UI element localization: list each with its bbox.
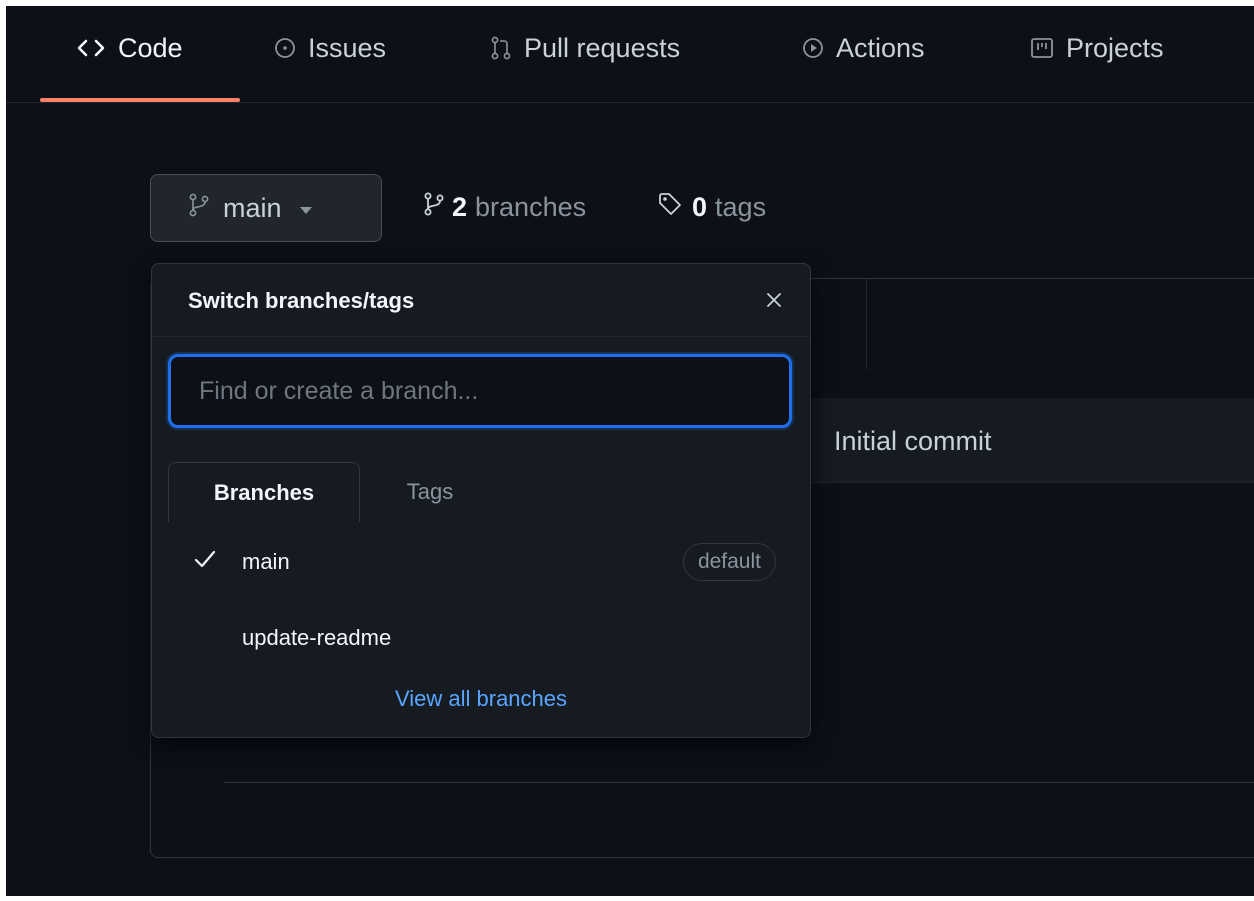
- branches-count: 2: [452, 192, 468, 222]
- issue-opened-icon: [274, 37, 296, 59]
- readme-divider: [224, 782, 1254, 783]
- tags-count: 0: [692, 192, 708, 222]
- branch-filter-input[interactable]: [168, 354, 792, 428]
- git-pull-request-icon: [490, 36, 512, 60]
- branches-count-link[interactable]: 2 branches: [424, 192, 586, 223]
- git-branch-icon: [424, 192, 444, 223]
- latest-commit-message[interactable]: Initial commit: [834, 426, 992, 457]
- dropdown-header: Switch branches/tags: [152, 264, 810, 337]
- branches-label: branches: [475, 192, 587, 222]
- tab-actions[interactable]: Actions: [802, 28, 925, 68]
- tag-icon: [658, 192, 684, 223]
- tags-label: tags: [715, 192, 767, 222]
- caret-down-icon: [299, 206, 312, 214]
- selected-tab-indicator: [40, 98, 240, 102]
- tab-tags[interactable]: Tags: [362, 462, 498, 522]
- tab-projects-label: Projects: [1066, 32, 1164, 63]
- branch-tag-tabs: Branches Tags: [168, 462, 792, 522]
- branch-name: main: [242, 549, 290, 574]
- branch-item-main[interactable]: main default: [152, 530, 810, 594]
- tab-projects[interactable]: Projects: [1030, 28, 1164, 68]
- tags-count-link[interactable]: 0 tags: [658, 192, 766, 223]
- play-icon: [802, 37, 824, 59]
- branch-name: update-readme: [242, 625, 392, 650]
- table-icon: [1030, 37, 1054, 59]
- tab-issues-label: Issues: [308, 32, 387, 63]
- branch-switcher-dropdown: Switch branches/tags Branches Tags main …: [151, 263, 811, 738]
- tab-code-label: Code: [118, 32, 183, 63]
- tab-branches[interactable]: Branches: [168, 462, 360, 522]
- check-icon: [194, 549, 216, 575]
- repo-page: Code Issues Pull requests Actions Projec…: [6, 6, 1254, 896]
- tab-code[interactable]: Code: [76, 28, 183, 68]
- branch-select-button[interactable]: main: [150, 174, 382, 242]
- default-badge: default: [682, 543, 776, 581]
- tab-actions-label: Actions: [836, 32, 925, 63]
- tab-issues[interactable]: Issues: [274, 28, 386, 68]
- current-branch-label: main: [223, 192, 282, 223]
- box-divider: [866, 278, 867, 370]
- tab-pull-requests[interactable]: Pull requests: [490, 28, 680, 68]
- git-branch-icon: [189, 193, 209, 224]
- view-all-branches-link[interactable]: View all branches: [152, 686, 810, 712]
- code-icon: [76, 37, 106, 59]
- dropdown-title: Switch branches/tags: [188, 288, 415, 313]
- repo-tab-bar: Code Issues Pull requests Actions Projec…: [6, 6, 1254, 103]
- close-icon[interactable]: [760, 286, 788, 314]
- tab-pull-requests-label: Pull requests: [524, 32, 681, 63]
- branch-item-update-readme[interactable]: update-readme: [152, 606, 810, 670]
